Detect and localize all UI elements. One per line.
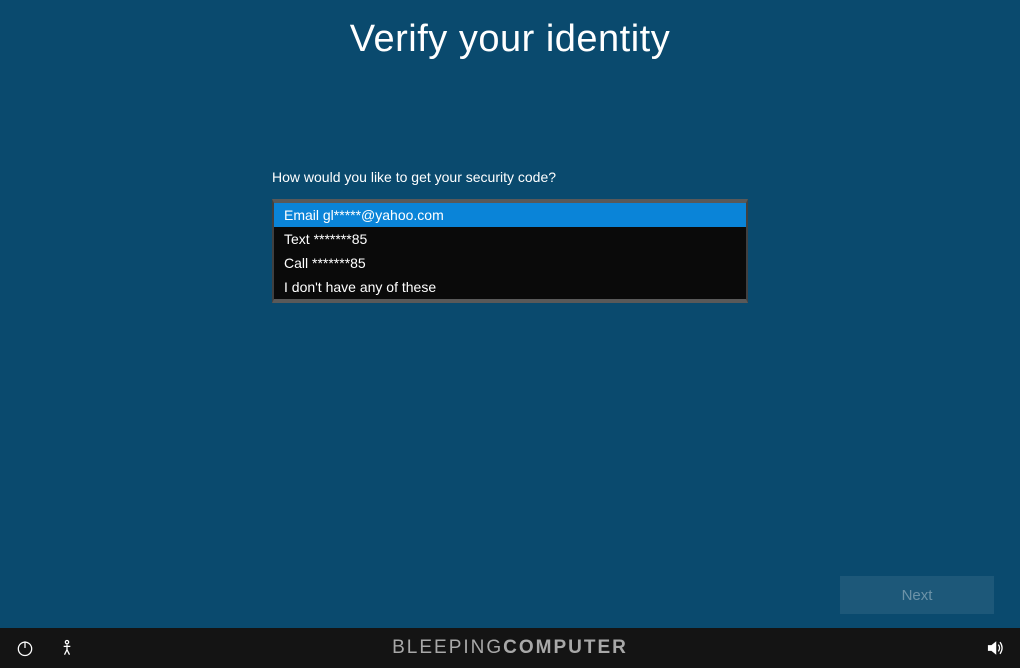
verification-method-dropdown[interactable]: Email gl*****@yahoo.com Text *******85 C… (272, 199, 748, 303)
taskbar: BLEEPINGCOMPUTER (0, 628, 1020, 668)
content-block: How would you like to get your security … (272, 169, 748, 303)
watermark-left: BLEEPING (392, 637, 503, 658)
next-button[interactable]: Next (840, 576, 994, 614)
volume-icon[interactable] (984, 637, 1006, 659)
power-icon[interactable] (14, 637, 36, 659)
taskbar-left (14, 637, 78, 659)
main-content: Verify your identity How would you like … (0, 0, 1020, 628)
option-email[interactable]: Email gl*****@yahoo.com (274, 203, 746, 227)
option-none[interactable]: I don't have any of these (274, 275, 746, 299)
option-call[interactable]: Call *******85 (274, 251, 746, 275)
page-title: Verify your identity (350, 18, 670, 61)
watermark-right: COMPUTER (503, 637, 628, 658)
option-text[interactable]: Text *******85 (274, 227, 746, 251)
taskbar-right (984, 637, 1006, 659)
accessibility-icon[interactable] (56, 637, 78, 659)
watermark: BLEEPINGCOMPUTER (392, 637, 628, 659)
security-code-prompt: How would you like to get your security … (272, 169, 748, 185)
